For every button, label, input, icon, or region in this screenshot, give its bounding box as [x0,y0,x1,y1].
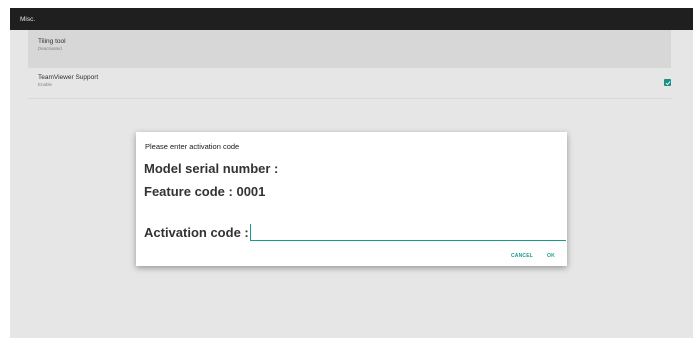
ok-button[interactable]: OK [547,253,555,259]
feature-code-label: Feature code : 0001 [144,184,266,199]
window-titlebar: Misc. [10,8,693,30]
window-title: Misc. [20,15,36,23]
cancel-button[interactable]: CANCEL [511,253,533,259]
dialog-title: Please enter activation code [145,142,240,151]
activation-code-label: Activation code : [144,225,249,240]
activation-code-input[interactable] [250,224,566,241]
model-serial-number-label: Model serial number : [144,161,279,176]
activation-code-dialog: Please enter activation code Model seria… [136,132,567,266]
